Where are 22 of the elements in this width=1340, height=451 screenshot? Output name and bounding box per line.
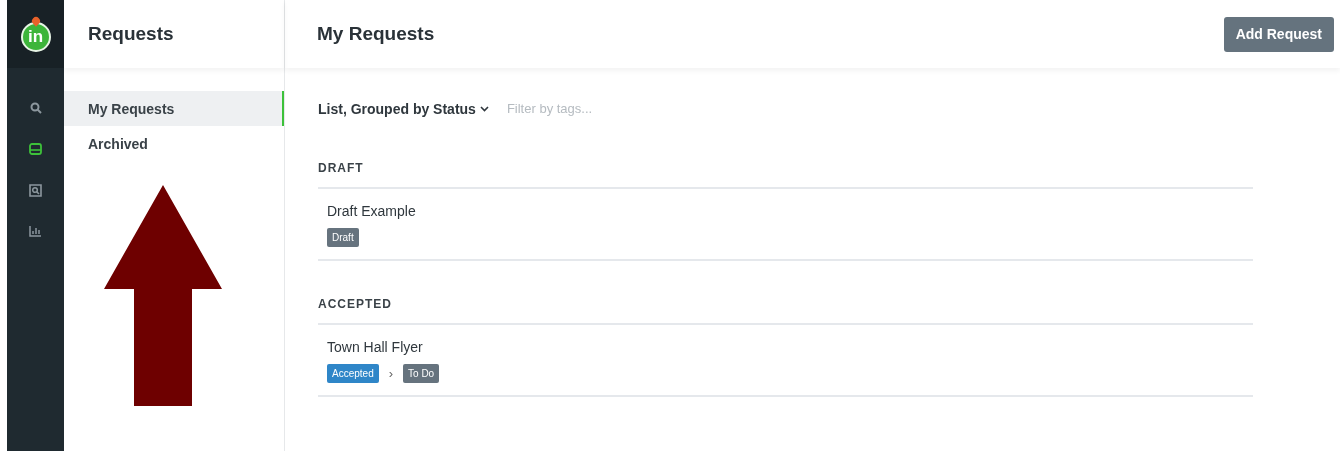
group-heading: DRAFT: [318, 125, 1253, 189]
document-search-icon: [29, 183, 42, 197]
view-dropdown[interactable]: List, Grouped by Status: [318, 100, 489, 117]
status-separator: ›: [388, 366, 394, 381]
sidebar-item[interactable]: Archived: [64, 126, 284, 161]
request-name: Town Hall Flyer: [327, 339, 424, 355]
request-row[interactable]: Town Hall Flyer Accepted › To Do: [318, 325, 1253, 397]
search-icon: [29, 102, 42, 114]
status-tag: Draft: [327, 228, 359, 247]
page-title: My Requests: [316, 23, 435, 45]
status-tag: Accepted: [327, 364, 379, 383]
sidebar-item[interactable]: My Requests: [64, 91, 284, 126]
status-tag: To Do: [403, 364, 440, 383]
request-row[interactable]: Draft Example Draft: [318, 189, 1253, 261]
request-name: Draft Example: [327, 203, 417, 219]
group-heading: ACCEPTED: [318, 261, 1253, 325]
drop-icon: [29, 15, 42, 27]
inbox-icon: [29, 143, 42, 155]
chevron-down-icon: [479, 105, 489, 112]
bar-chart-icon: [29, 225, 42, 237]
add-request-button[interactable]: Add Request: [1223, 16, 1334, 52]
sidebar-title: Requests: [87, 23, 174, 45]
